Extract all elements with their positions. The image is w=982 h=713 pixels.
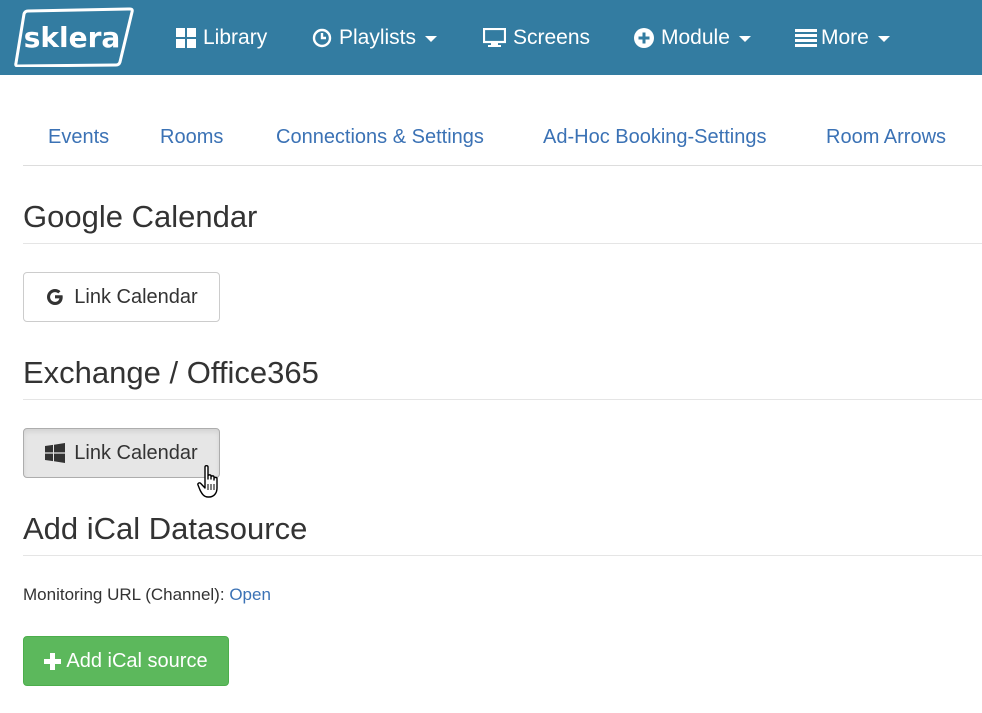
exchange-link-calendar-button[interactable]: Link Calendar [23,428,220,478]
nav-module-label: Module [661,25,730,49]
tab-events[interactable]: Events [48,110,109,165]
nav-library-label: Library [203,25,268,49]
google-link-calendar-button[interactable]: Link Calendar [23,272,220,322]
add-ical-source-button[interactable]: Add iCal source [23,636,229,686]
nav-screens[interactable]: Screens [483,0,590,75]
nav-playlists[interactable]: Playlists [312,0,438,75]
add-ical-source-label: Add iCal source [66,649,208,672]
clock-icon [312,28,332,48]
google-calendar-heading: Google Calendar [23,198,982,244]
brand-text: sklera [24,21,121,54]
exchange-office365-heading: Exchange / Office365 [23,354,982,400]
nav-playlists-label: Playlists [339,25,417,49]
monitoring-url-label: Monitoring URL (Channel): [23,585,225,604]
grid-icon [176,27,196,48]
sklera-logo[interactable]: sklera [14,7,134,68]
nav-module[interactable]: Module [634,0,751,75]
settings-tabs: Events Rooms Connections & Settings Ad-H… [23,110,982,166]
nav-more[interactable]: More [795,0,890,75]
list-icon [795,28,817,48]
google-icon [45,287,65,307]
ical-datasource-heading: Add iCal Datasource [23,510,982,556]
monitor-icon [483,27,506,48]
top-navbar: sklera Library Playlists Screens Module … [0,0,982,75]
monitoring-open-link[interactable]: Open [229,585,271,604]
nav-library[interactable]: Library [176,0,267,75]
monitoring-url-row: Monitoring URL (Channel): Open [23,585,271,605]
windows-icon [45,443,66,463]
plus-circle-icon [634,27,654,48]
tab-connections-settings[interactable]: Connections & Settings [276,110,484,165]
chevron-down-icon [738,36,751,42]
tab-room-arrows[interactable]: Room Arrows [826,110,946,165]
plus-icon [44,652,62,670]
chevron-down-icon [877,36,890,42]
chevron-down-icon [425,36,438,42]
nav-screens-label: Screens [513,25,591,49]
tab-adhoc-booking-settings[interactable]: Ad-Hoc Booking-Settings [543,110,766,165]
exchange-link-calendar-label: Link Calendar [74,441,198,464]
nav-more-label: More [821,25,869,49]
tab-rooms[interactable]: Rooms [160,110,223,165]
google-link-calendar-label: Link Calendar [74,285,198,308]
